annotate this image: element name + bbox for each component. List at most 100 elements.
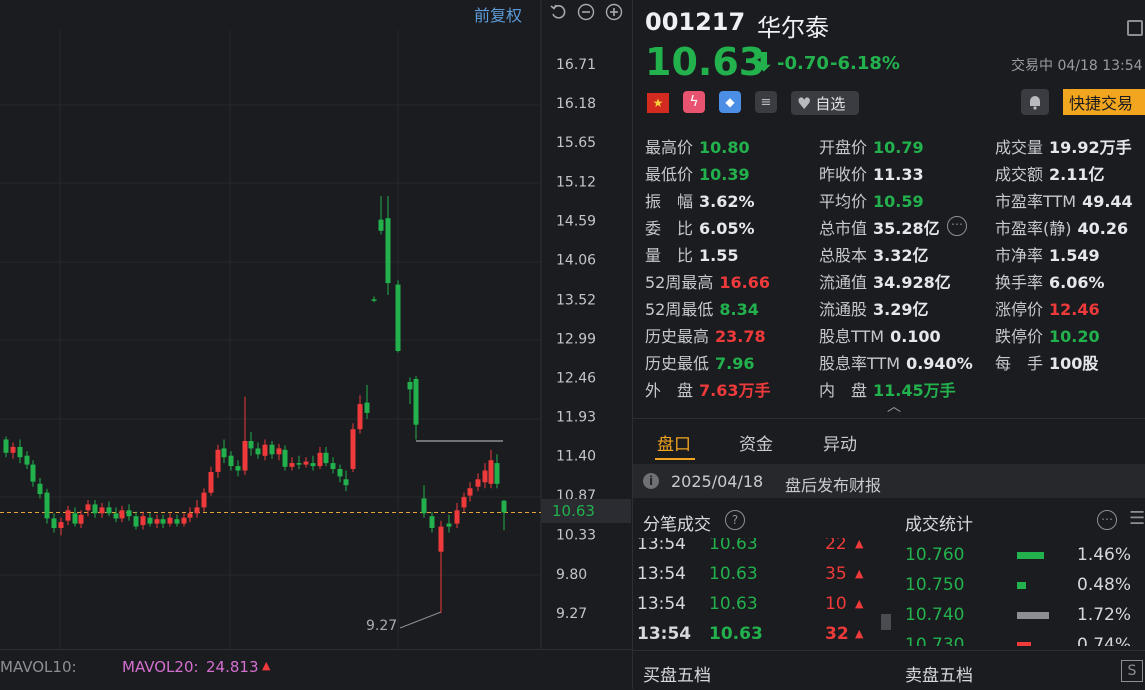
stat-value: 40.26: [1077, 219, 1129, 238]
candlestick: [160, 514, 166, 528]
price-tick-label: 16.18: [556, 96, 596, 112]
tab-movement[interactable]: 异动: [823, 430, 857, 455]
candle-body: [282, 449, 288, 467]
candlestick: [133, 511, 139, 530]
lightning-icon[interactable]: ϟ: [683, 91, 705, 113]
deal-stats-title: 成交统计: [905, 515, 973, 535]
candle-body: [72, 513, 78, 524]
candlestick: [255, 442, 261, 459]
market-cap-more-icon[interactable]: ⋯: [947, 216, 967, 236]
notice-bar[interactable]: i 2025/04/18 盘后发布财报: [633, 464, 1145, 498]
tab-pankou[interactable]: 盘口: [657, 430, 691, 455]
stat-col3-1: 成交额 2.11亿: [995, 161, 1105, 185]
bell-icon[interactable]: [1021, 89, 1049, 115]
switch-icon[interactable]: S: [1121, 660, 1143, 682]
kline-chart-panel[interactable]: 16.71 16.18 15.65 15.12 14.59 14.06 13.52 12.99…: [0, 0, 632, 689]
candle-body: [378, 219, 384, 231]
deal-stats-list[interactable]: 10.760 1.46% 10.750 0.48% 10.740 1.72% 10.730 0…: [899, 540, 1145, 646]
window-icon[interactable]: [1127, 20, 1143, 36]
more-icon[interactable]: ⋯: [1097, 510, 1117, 530]
candlestick: [3, 436, 9, 458]
stat-label: 换手率: [995, 273, 1044, 292]
info-icon: i: [643, 473, 659, 489]
active-tab-indicator: [655, 458, 695, 460]
stat-col3-5: 换手率 6.06%: [995, 269, 1105, 293]
candle-body: [310, 463, 316, 467]
stat-col2-7: 股息TTM 0.100: [819, 323, 941, 347]
candlestick: [228, 451, 234, 471]
price-tick-label: 12.99: [556, 331, 596, 347]
tick-time: 13:54: [637, 564, 686, 584]
ticks-list[interactable]: 13:54 10.63 22 ▲ 13:54 10.63 35 ▲ 13:54 10.63 10 ▲ 1…: [633, 538, 898, 646]
stat-label: 最低价: [645, 165, 694, 184]
china-flag-icon[interactable]: ★: [647, 93, 669, 113]
stat-label: 股息率TTM: [819, 354, 901, 373]
up-arrow-icon: ▲: [855, 538, 864, 550]
candlestick: [119, 505, 125, 523]
deal-stat-row: 10.740 1.72%: [899, 600, 1145, 630]
candlestick: [58, 517, 64, 536]
zoom-out-icon[interactable]: [576, 2, 596, 22]
help-icon[interactable]: ?: [725, 510, 745, 530]
candlestick: [407, 377, 413, 405]
collapse-chevron-icon[interactable]: ︿: [887, 396, 901, 416]
candle-body: [37, 483, 43, 495]
stat-label: 历史最低: [645, 354, 710, 373]
add-favorite-button[interactable]: ♥ 自选: [791, 91, 859, 115]
candle-body: [482, 470, 488, 483]
candlestick: [303, 457, 309, 468]
candle-body: [421, 498, 427, 514]
stat-label: 成交量: [995, 138, 1044, 157]
stat-label: 流通值: [819, 273, 868, 292]
candlestick: [65, 505, 71, 526]
candlestick: [475, 473, 481, 492]
last-price: 10.63: [645, 40, 766, 84]
stat-value: 23.78: [715, 327, 766, 346]
current-price-tag: 10.63: [541, 499, 631, 523]
candlestick: [85, 500, 91, 517]
candlestick: [296, 455, 302, 469]
scroll-thumb[interactable]: [881, 614, 891, 630]
candlestick: [37, 477, 43, 499]
candlestick: [454, 503, 460, 528]
quick-trade-button[interactable]: 快捷交易: [1063, 89, 1145, 115]
tick-time: 13:54: [637, 538, 686, 554]
candlestick: [482, 463, 488, 489]
price-change: -0.70: [777, 53, 829, 74]
trading-status: 交易中 04/18 13:54: [1011, 58, 1143, 74]
quote-info-panel: 001217 华尔泰 10.63 ⬇ -0.70 -6.18% 交易中 04/1…: [632, 0, 1145, 689]
kline-chart[interactable]: 16.71 16.18 15.65 15.12 14.59 14.06 13.52 12.99…: [0, 0, 632, 649]
tick-row: 13:54 10.63 22 ▲: [633, 538, 898, 560]
candle-body: [323, 452, 329, 464]
stat-label: 总股本: [819, 246, 868, 265]
candle-body: [269, 444, 275, 455]
candle-body: [248, 441, 254, 449]
candle-body: [17, 446, 23, 458]
candlestick: [154, 514, 160, 528]
stat-col1-5: 52周最高 16.66: [645, 269, 770, 293]
list-icon[interactable]: ☰: [1129, 508, 1145, 529]
adjust-mode-button[interactable]: 前复权: [474, 2, 522, 26]
stat-value: 6.05%: [699, 219, 755, 238]
price-tick-label: 11.93: [556, 410, 596, 426]
note-icon[interactable]: ≡: [755, 91, 777, 113]
candlestick: [282, 445, 288, 471]
stat-col3-7: 跌停价 10.20: [995, 323, 1100, 347]
stat-label: 历史最高: [645, 327, 710, 346]
candle-body: [337, 469, 343, 477]
undo-icon[interactable]: [548, 2, 568, 22]
zoom-in-icon[interactable]: [604, 2, 624, 22]
price-change-pct: -6.18%: [830, 53, 900, 74]
stat-label: 52周最低: [645, 300, 714, 319]
candlestick: [364, 384, 370, 419]
stat-col1-2: 振 幅 3.62%: [645, 188, 755, 212]
tab-funds[interactable]: 资金: [739, 430, 773, 455]
stat-value: 2.11亿: [1049, 165, 1105, 184]
candlestick: [72, 507, 78, 527]
stat-value: 49.44: [1082, 192, 1133, 211]
candlestick: [378, 196, 384, 235]
tick-row: 13:54 10.63 32 ▲: [633, 620, 898, 646]
tag-icon[interactable]: ◆: [719, 91, 741, 113]
candle-body: [30, 464, 36, 482]
tick-time: 13:54: [637, 624, 692, 644]
